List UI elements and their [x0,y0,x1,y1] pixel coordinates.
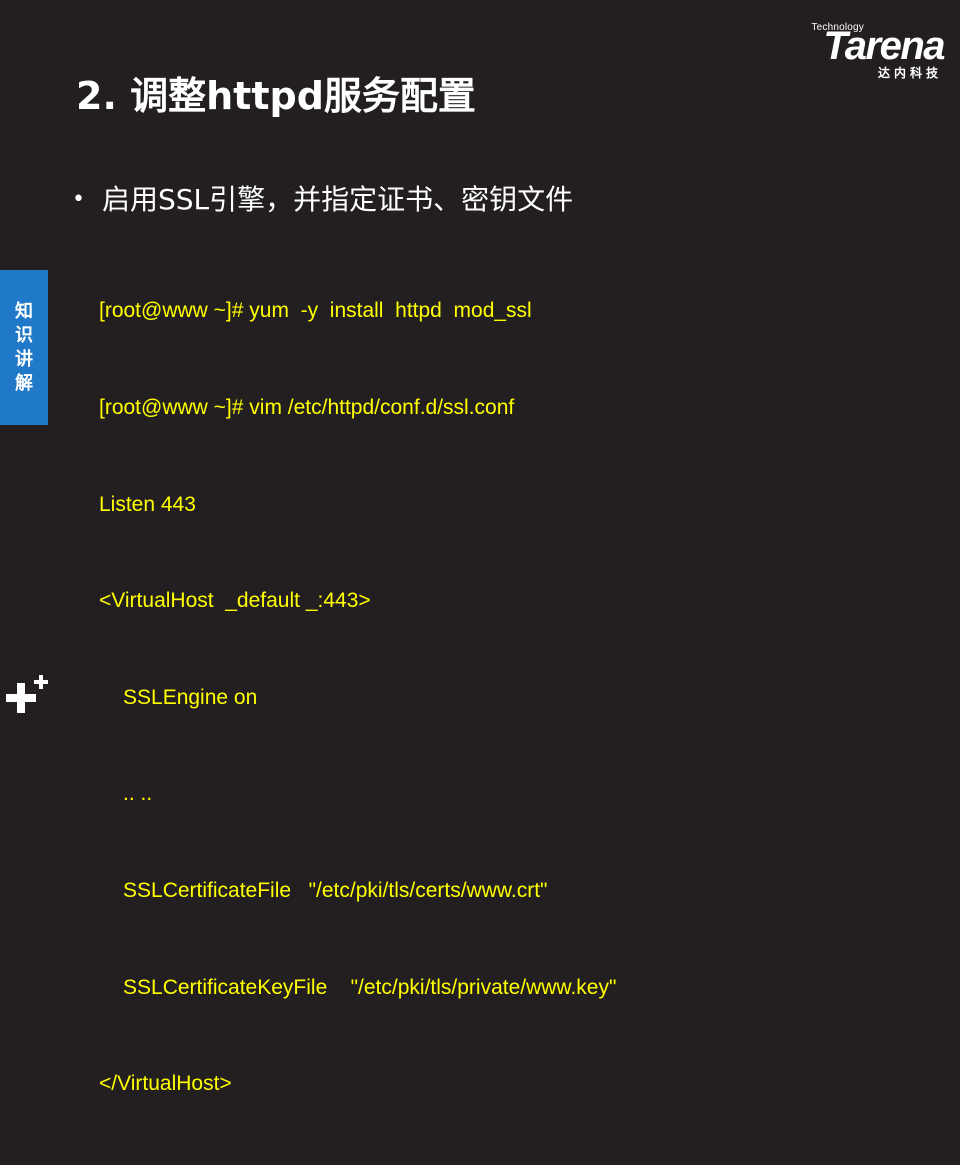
bullet-item: • 启用SSL引擎，并指定证书、密钥文件 [72,180,573,220]
slide-title: 2. 调整httpd服务配置 [76,74,476,118]
code-line: Listen 443 [99,492,196,516]
bullet-dot-icon: • [72,187,85,212]
bullet-text: 启用SSL引擎，并指定证书、密钥文件 [102,183,574,216]
code-block: [root@www ~]# yum -y install httpd mod_s… [99,231,616,1165]
code-line: [root@www ~]# yum -y install httpd mod_s… [99,299,532,323]
logo-chinese-text: 达内科技 [877,66,942,80]
tarena-logo: Technology Tarena 达内科技 [779,22,945,82]
side-tab-char: 识 [15,324,33,346]
code-line: SSLEngine on [123,685,258,709]
code-line: [root@www ~]# vim /etc/httpd/conf.d/ssl.… [99,396,515,419]
logo-wordmark: Tarena [823,24,945,68]
slide: Technology Tarena 达内科技 2. 调整httpd服务配置 • 启… [0,0,960,1095]
knowledge-lecture-tab: 知 识 讲 解 [0,270,48,425]
code-line: SSLCertificateFile "/etc/pki/tls/certs/w… [123,878,548,902]
side-tab-char: 解 [15,372,33,394]
code-line: </VirtualHost> [99,1072,232,1096]
plus-icon [6,675,48,713]
code-line: SSLCertificateKeyFile "/etc/pki/tls/priv… [123,975,617,999]
code-line: .. .. [123,782,153,806]
side-tab-char: 讲 [15,348,33,370]
code-line: <VirtualHost _default _:443> [99,589,371,613]
side-tab-char: 知 [15,300,33,322]
